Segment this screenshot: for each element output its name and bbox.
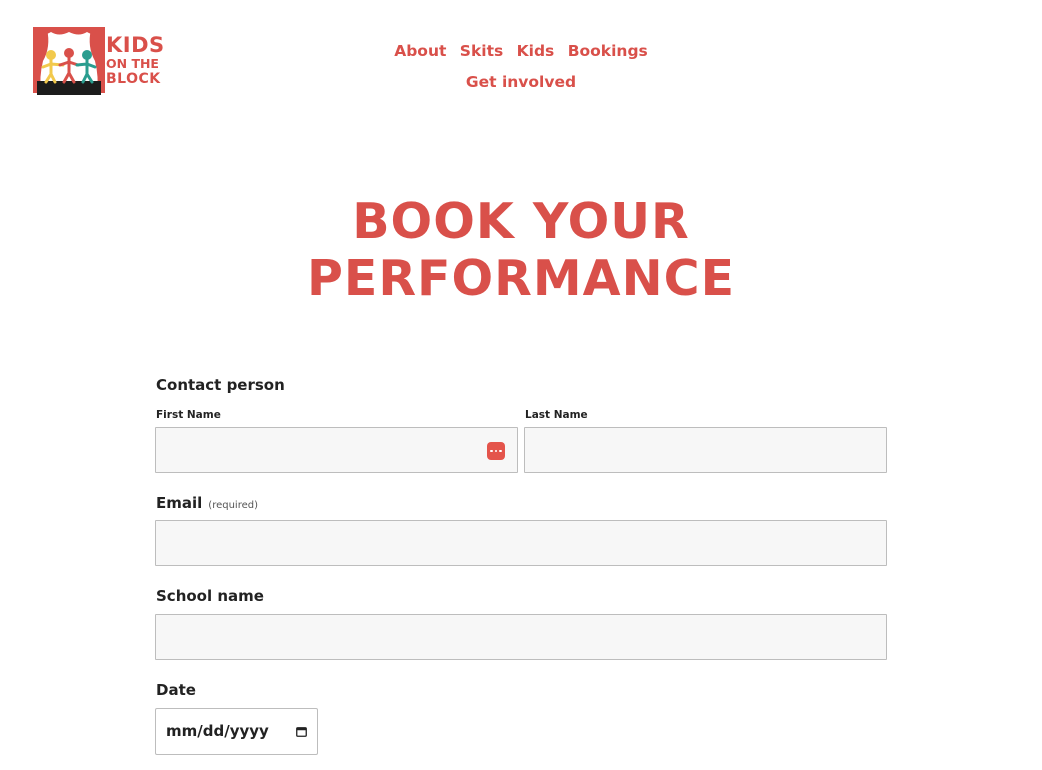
school-name-field[interactable] xyxy=(155,614,887,660)
date-label: Date xyxy=(156,681,196,699)
autofill-dots-icon[interactable] xyxy=(487,442,505,460)
nav-link-bookings[interactable]: Bookings xyxy=(568,42,648,60)
email-required-note: (required) xyxy=(208,500,258,511)
last-name-field[interactable] xyxy=(524,427,887,473)
site-logo[interactable]: KIDS ON THE BLOCK xyxy=(33,27,164,97)
logo-line-2: ON THE xyxy=(106,56,159,71)
logo-theater-icon xyxy=(33,27,105,97)
date-field[interactable]: mm/dd/yyyy xyxy=(155,708,318,755)
nav-link-get-involved[interactable]: Get involved xyxy=(466,73,576,91)
nav-link-about[interactable]: About xyxy=(394,42,446,60)
contact-person-label: Contact person xyxy=(156,376,285,394)
email-field[interactable] xyxy=(155,520,887,566)
school-name-label: School name xyxy=(156,587,264,605)
last-name-label: Last Name xyxy=(525,409,588,421)
page-title-line-1: BOOK YOUR xyxy=(352,193,690,250)
booking-page: KIDS ON THE BLOCK About Skits Kids Booki… xyxy=(0,0,1042,770)
first-name-label: First Name xyxy=(156,409,221,421)
calendar-icon[interactable] xyxy=(296,726,307,737)
date-placeholder: mm/dd/yyyy xyxy=(166,722,269,740)
logo-wordmark: KIDS ON THE BLOCK xyxy=(106,35,165,86)
page-title: BOOK YOUR PERFORMANCE xyxy=(0,193,1042,307)
email-label: Email xyxy=(156,494,203,512)
nav-link-kids[interactable]: Kids xyxy=(517,42,555,60)
logo-line-1: KIDS xyxy=(106,33,165,57)
nav-link-skits[interactable]: Skits xyxy=(460,42,503,60)
email-label-row: Email (required) xyxy=(156,494,258,512)
main-nav: About Skits Kids Bookings Get involved xyxy=(380,36,662,98)
first-name-field[interactable] xyxy=(155,427,518,473)
page-title-line-2: PERFORMANCE xyxy=(306,250,736,307)
logo-line-3: BLOCK xyxy=(106,70,161,87)
